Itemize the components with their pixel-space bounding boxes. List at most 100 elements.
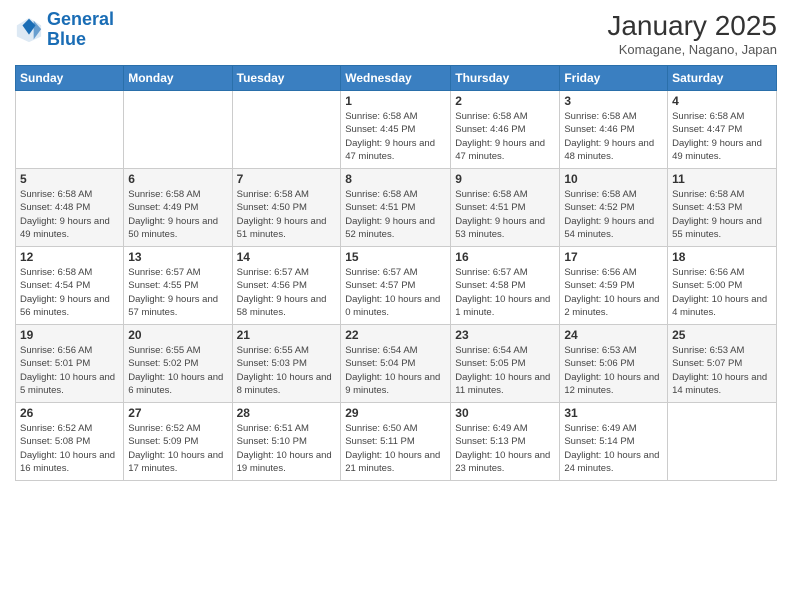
day-info: Sunrise: 6:50 AM Sunset: 5:11 PM Dayligh… — [345, 422, 446, 475]
day-number: 11 — [672, 172, 772, 186]
calendar-cell: 18 Sunrise: 6:56 AM Sunset: 5:00 PM Dayli… — [668, 247, 777, 325]
day-info: Sunrise: 6:58 AM Sunset: 4:50 PM Dayligh… — [237, 188, 337, 241]
day-number: 4 — [672, 94, 772, 108]
calendar-cell — [124, 91, 232, 169]
day-info: Sunrise: 6:56 AM Sunset: 4:59 PM Dayligh… — [564, 266, 663, 319]
day-number: 27 — [128, 406, 227, 420]
day-number: 14 — [237, 250, 337, 264]
calendar-cell: 30 Sunrise: 6:49 AM Sunset: 5:13 PM Dayli… — [451, 403, 560, 481]
day-info: Sunrise: 6:52 AM Sunset: 5:09 PM Dayligh… — [128, 422, 227, 475]
calendar-cell: 17 Sunrise: 6:56 AM Sunset: 4:59 PM Dayli… — [560, 247, 668, 325]
calendar-cell: 31 Sunrise: 6:49 AM Sunset: 5:14 PM Dayli… — [560, 403, 668, 481]
calendar-cell: 10Sunrise: 6:58 AM Sunset: 4:52 PM Dayli… — [560, 169, 668, 247]
location-subtitle: Komagane, Nagano, Japan — [607, 42, 777, 57]
calendar-cell: 1 Sunrise: 6:58 AM Sunset: 4:45 PM Daylig… — [341, 91, 451, 169]
day-number: 19 — [20, 328, 119, 342]
day-number: 1 — [345, 94, 446, 108]
calendar-cell: 9 Sunrise: 6:58 AM Sunset: 4:51 PM Daylig… — [451, 169, 560, 247]
day-info: Sunrise: 6:58 AM Sunset: 4:51 PM Dayligh… — [455, 188, 555, 241]
calendar-cell — [232, 91, 341, 169]
calendar-cell: 6Sunrise: 6:58 AM Sunset: 4:49 PM Daylig… — [124, 169, 232, 247]
day-info: Sunrise: 6:58 AM Sunset: 4:51 PM Dayligh… — [345, 188, 446, 241]
calendar-week-row: 26 Sunrise: 6:52 AM Sunset: 5:08 PM Dayli… — [16, 403, 777, 481]
day-info: Sunrise: 6:58 AM Sunset: 4:48 PM Dayligh… — [20, 188, 119, 241]
calendar-cell — [16, 91, 124, 169]
calendar-cell: 22 Sunrise: 6:54 AM Sunset: 5:04 PM Dayli… — [341, 325, 451, 403]
logo-line2: Blue — [47, 29, 86, 49]
day-number: 12 — [20, 250, 119, 264]
day-info: Sunrise: 6:55 AM Sunset: 5:03 PM Dayligh… — [237, 344, 337, 397]
day-info: Sunrise: 6:49 AM Sunset: 5:14 PM Dayligh… — [564, 422, 663, 475]
header-monday: Monday — [124, 66, 232, 91]
calendar-cell: 23Sunrise: 6:54 AM Sunset: 5:05 PM Dayli… — [451, 325, 560, 403]
header: General Blue January 2025 Komagane, Naga… — [15, 10, 777, 57]
calendar-cell: 26 Sunrise: 6:52 AM Sunset: 5:08 PM Dayli… — [16, 403, 124, 481]
calendar-cell: 20 Sunrise: 6:55 AM Sunset: 5:02 PM Dayli… — [124, 325, 232, 403]
day-number: 5 — [20, 172, 119, 186]
day-number: 21 — [237, 328, 337, 342]
header-tuesday: Tuesday — [232, 66, 341, 91]
day-number: 17 — [564, 250, 663, 264]
calendar-cell: 12Sunrise: 6:58 AM Sunset: 4:54 PM Dayli… — [16, 247, 124, 325]
calendar-week-row: 1 Sunrise: 6:58 AM Sunset: 4:45 PM Daylig… — [16, 91, 777, 169]
day-number: 31 — [564, 406, 663, 420]
day-number: 16 — [455, 250, 555, 264]
day-number: 8 — [345, 172, 446, 186]
calendar-cell: 5 Sunrise: 6:58 AM Sunset: 4:48 PM Daylig… — [16, 169, 124, 247]
day-info: Sunrise: 6:58 AM Sunset: 4:53 PM Dayligh… — [672, 188, 772, 241]
month-title: January 2025 — [607, 10, 777, 42]
calendar-cell: 27 Sunrise: 6:52 AM Sunset: 5:09 PM Dayli… — [124, 403, 232, 481]
calendar-week-row: 12Sunrise: 6:58 AM Sunset: 4:54 PM Dayli… — [16, 247, 777, 325]
calendar-cell: 16 Sunrise: 6:57 AM Sunset: 4:58 PM Dayli… — [451, 247, 560, 325]
day-number: 30 — [455, 406, 555, 420]
calendar-header-row: Sunday Monday Tuesday Wednesday Thursday… — [16, 66, 777, 91]
calendar-cell: 2Sunrise: 6:58 AM Sunset: 4:46 PM Daylig… — [451, 91, 560, 169]
calendar-cell: 3 Sunrise: 6:58 AM Sunset: 4:46 PM Daylig… — [560, 91, 668, 169]
day-number: 29 — [345, 406, 446, 420]
day-info: Sunrise: 6:58 AM Sunset: 4:45 PM Dayligh… — [345, 110, 446, 163]
day-info: Sunrise: 6:57 AM Sunset: 4:58 PM Dayligh… — [455, 266, 555, 319]
day-number: 24 — [564, 328, 663, 342]
day-info: Sunrise: 6:54 AM Sunset: 5:05 PM Dayligh… — [455, 344, 555, 397]
calendar-cell: 13Sunrise: 6:57 AM Sunset: 4:55 PM Dayli… — [124, 247, 232, 325]
day-info: Sunrise: 6:58 AM Sunset: 4:49 PM Dayligh… — [128, 188, 227, 241]
logo-text: General Blue — [47, 10, 114, 50]
calendar-table: Sunday Monday Tuesday Wednesday Thursday… — [15, 65, 777, 481]
day-number: 18 — [672, 250, 772, 264]
day-info: Sunrise: 6:55 AM Sunset: 5:02 PM Dayligh… — [128, 344, 227, 397]
day-number: 15 — [345, 250, 446, 264]
calendar-week-row: 19 Sunrise: 6:56 AM Sunset: 5:01 PM Dayli… — [16, 325, 777, 403]
page-container: General Blue January 2025 Komagane, Naga… — [0, 0, 792, 491]
day-number: 22 — [345, 328, 446, 342]
day-info: Sunrise: 6:56 AM Sunset: 5:01 PM Dayligh… — [20, 344, 119, 397]
day-number: 28 — [237, 406, 337, 420]
day-info: Sunrise: 6:51 AM Sunset: 5:10 PM Dayligh… — [237, 422, 337, 475]
day-info: Sunrise: 6:57 AM Sunset: 4:57 PM Dayligh… — [345, 266, 446, 319]
day-info: Sunrise: 6:58 AM Sunset: 4:47 PM Dayligh… — [672, 110, 772, 163]
day-number: 9 — [455, 172, 555, 186]
day-number: 3 — [564, 94, 663, 108]
header-saturday: Saturday — [668, 66, 777, 91]
day-number: 20 — [128, 328, 227, 342]
calendar-cell: 19 Sunrise: 6:56 AM Sunset: 5:01 PM Dayli… — [16, 325, 124, 403]
calendar-cell — [668, 403, 777, 481]
calendar-cell: 4 Sunrise: 6:58 AM Sunset: 4:47 PM Daylig… — [668, 91, 777, 169]
calendar-cell: 11 Sunrise: 6:58 AM Sunset: 4:53 PM Dayli… — [668, 169, 777, 247]
day-info: Sunrise: 6:49 AM Sunset: 5:13 PM Dayligh… — [455, 422, 555, 475]
day-number: 26 — [20, 406, 119, 420]
calendar-cell: 25Sunrise: 6:53 AM Sunset: 5:07 PM Dayli… — [668, 325, 777, 403]
day-info: Sunrise: 6:52 AM Sunset: 5:08 PM Dayligh… — [20, 422, 119, 475]
day-info: Sunrise: 6:53 AM Sunset: 5:06 PM Dayligh… — [564, 344, 663, 397]
day-info: Sunrise: 6:54 AM Sunset: 5:04 PM Dayligh… — [345, 344, 446, 397]
calendar-cell: 29 Sunrise: 6:50 AM Sunset: 5:11 PM Dayli… — [341, 403, 451, 481]
logo-line1: General — [47, 9, 114, 29]
calendar-cell: 15 Sunrise: 6:57 AM Sunset: 4:57 PM Dayli… — [341, 247, 451, 325]
day-info: Sunrise: 6:56 AM Sunset: 5:00 PM Dayligh… — [672, 266, 772, 319]
calendar-cell: 24 Sunrise: 6:53 AM Sunset: 5:06 PM Dayli… — [560, 325, 668, 403]
calendar-cell: 28 Sunrise: 6:51 AM Sunset: 5:10 PM Dayli… — [232, 403, 341, 481]
calendar-cell: 21 Sunrise: 6:55 AM Sunset: 5:03 PM Dayli… — [232, 325, 341, 403]
day-info: Sunrise: 6:53 AM Sunset: 5:07 PM Dayligh… — [672, 344, 772, 397]
logo-icon — [15, 16, 43, 44]
day-number: 13 — [128, 250, 227, 264]
day-info: Sunrise: 6:58 AM Sunset: 4:46 PM Dayligh… — [564, 110, 663, 163]
